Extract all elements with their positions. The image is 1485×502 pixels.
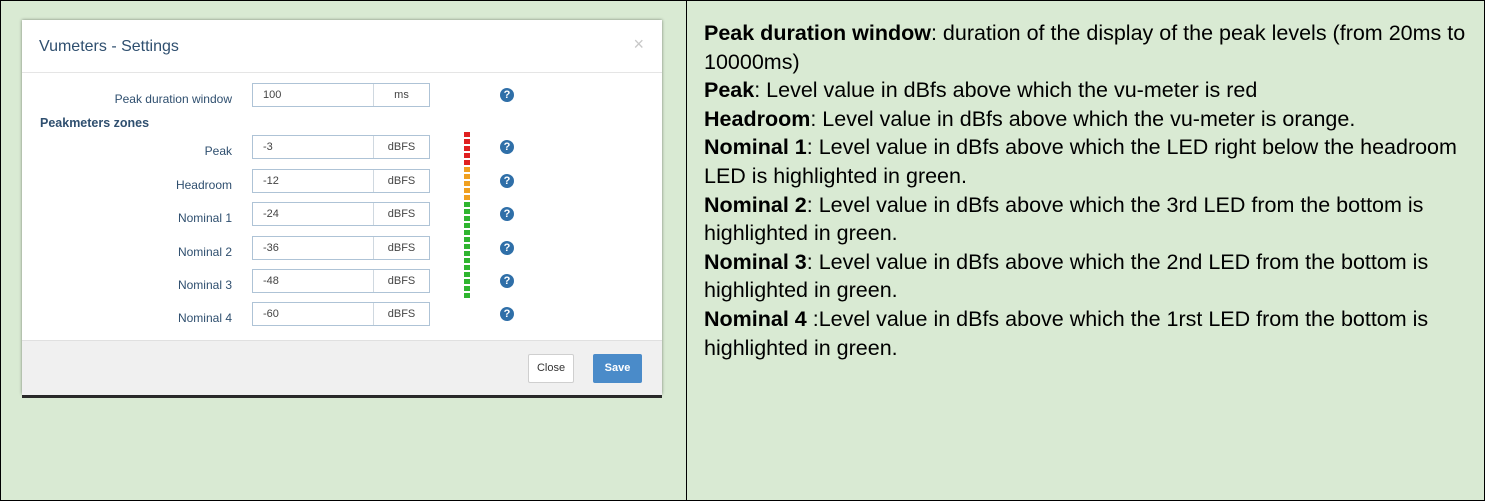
led-segment [464,258,470,263]
led-segment [464,167,470,172]
peak-duration-unit: ms [394,89,409,101]
desc-nominal-2: Nominal 2: Level value in dBfs above whi… [704,191,1474,248]
nominal-1-unit: dBFS [387,208,416,220]
led-segment [464,153,470,158]
led-segment [464,251,470,256]
modal-footer: Close Save [22,340,662,395]
help-icon-nominal-1[interactable]: ? [500,207,514,221]
led-segment [464,265,470,270]
desc-sep: : [754,78,767,103]
help-icon-nominal-2[interactable]: ? [500,241,514,255]
headroom-value: -12 [263,175,279,187]
peak-unit: dBFS [387,141,416,153]
nominal-3-label: Nominal 3 [177,278,232,292]
led-segment [464,272,470,277]
help-icon-peak[interactable]: ? [500,140,514,154]
nominal-2-value: -36 [263,242,279,254]
close-icon[interactable]: × [633,34,644,55]
peak-duration-label: Peak duration window [114,92,232,106]
desc-term: Peak [704,78,755,103]
peak-label: Peak [204,144,232,158]
modal-header: Vumeters - Settings × [22,20,662,73]
modal-title: Vumeters - Settings [39,38,179,55]
help-icon-headroom[interactable]: ? [500,174,514,188]
led-segment [464,188,470,193]
desc-term: Nominal 4 [704,306,807,331]
doc-table: Vumeters - Settings × Peak duration wind… [0,0,1485,502]
led-segment [464,230,470,235]
led-segment [464,202,470,207]
led-segment [464,286,470,291]
led-segment [464,139,470,144]
led-segment [464,174,470,179]
headroom-input[interactable]: -12 dBFS [252,169,430,193]
led-segment [464,223,470,228]
nominal-2-input[interactable]: -36 dBFS [252,236,430,260]
led-segment [464,279,470,284]
desc-term: Nominal 1 [704,135,807,160]
desc-sep: : [806,135,819,160]
desc-sep: : [806,192,819,217]
headroom-label: Headroom [175,178,232,192]
nominal-1-value: -24 [263,208,279,220]
description-text: Peak duration window: duration of the di… [704,19,1474,362]
nominal-3-value: -48 [263,275,279,287]
led-segment [464,293,470,298]
led-segment [464,160,470,165]
nominal-3-unit: dBFS [387,275,416,287]
nominal-4-value: -60 [263,308,279,320]
help-icon-nominal-4[interactable]: ? [500,307,514,321]
led-segment [464,146,470,151]
vu-meter-led-strip [464,132,470,298]
desc-sep: : [930,21,943,45]
desc-sep: : [806,306,819,331]
desc-term: Nominal 3 [704,249,807,274]
help-icon-nominal-3[interactable]: ? [500,274,514,288]
save-button[interactable]: Save [593,354,642,383]
settings-modal: Vumeters - Settings × Peak duration wind… [22,20,662,395]
nominal-4-input[interactable]: -60 dBFS [252,302,430,326]
peak-input[interactable]: -3 dBFS [252,135,430,159]
headroom-unit: dBFS [387,175,416,187]
led-segment [464,195,470,200]
desc-nominal-1: Nominal 1: Level value in dBfs above whi… [704,133,1474,190]
desc-headroom: Headroom: Level value in dBfs above whic… [704,105,1474,134]
desc-term: Peak duration window [704,21,931,45]
desc-term: Nominal 2 [704,192,807,217]
nominal-3-input[interactable]: -48 dBFS [252,269,430,293]
desc-sep: : [806,249,819,274]
desc-nominal-4: Nominal 4 :Level value in dBfs above whi… [704,305,1474,362]
led-segment [464,132,470,137]
help-icon-peak-duration[interactable]: ? [500,88,514,102]
led-segment [464,216,470,221]
desc-text: Level value in dBfs above which the vu-m… [822,106,1356,131]
led-segment [464,237,470,242]
desc-text: Level value in dBfs above which the vu-m… [766,78,1258,103]
led-segment [464,209,470,214]
peakmeters-zones-heading: Peakmeters zones [40,116,150,130]
nominal-1-label: Nominal 1 [177,211,232,225]
desc-term: Headroom [704,106,811,131]
desc-peak-duration: Peak duration window: duration of the di… [704,19,1474,76]
peak-duration-value: 100 [263,89,282,101]
nominal-4-label: Nominal 4 [177,311,232,325]
nominal-4-unit: dBFS [387,308,416,320]
peak-value: -3 [263,141,273,153]
close-button[interactable]: Close [528,354,574,383]
nominal-2-unit: dBFS [387,242,416,254]
led-segment [464,244,470,249]
desc-peak: Peak: Level value in dBfs above which th… [704,76,1474,105]
desc-sep: : [810,106,823,131]
nominal-1-input[interactable]: -24 dBFS [252,202,430,226]
led-segment [464,181,470,186]
desc-nominal-3: Nominal 3: Level value in dBfs above whi… [704,248,1474,305]
peak-duration-input[interactable]: 100 ms [252,83,430,107]
nominal-2-label: Nominal 2 [177,245,232,259]
